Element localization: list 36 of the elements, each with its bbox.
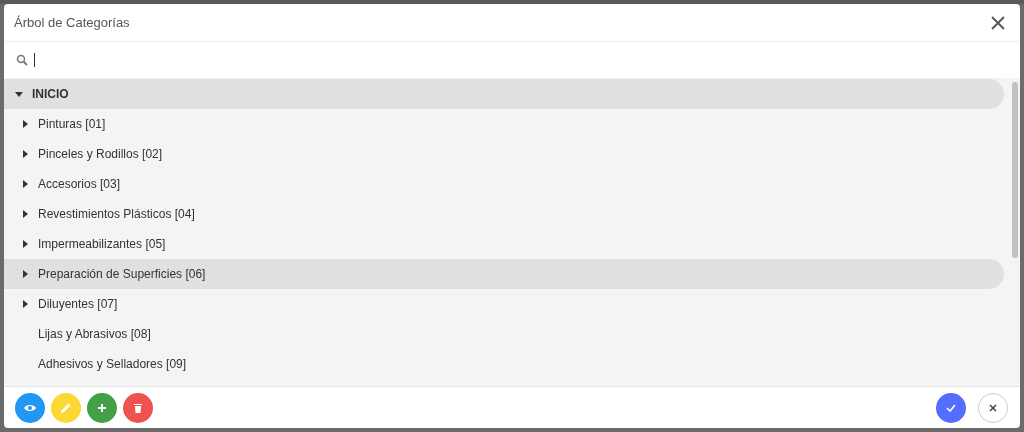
caret-right-icon[interactable] — [20, 209, 30, 219]
tree-item[interactable]: Accesorios [03] — [4, 169, 1004, 199]
tree-item-label: Lijas y Abrasivos [08] — [38, 326, 151, 343]
tree-item-label: Preparación de Superficies [06] — [38, 266, 206, 283]
tree-item-label: INICIO — [32, 86, 69, 103]
confirm-button[interactable] — [936, 392, 966, 423]
tree-item[interactable]: Adhesivos y Selladores [09] — [4, 349, 1004, 379]
caret-right-icon[interactable] — [20, 119, 30, 129]
cancel-button[interactable] — [978, 392, 1008, 423]
tree-item[interactable]: Diluyentes [07] — [4, 289, 1004, 319]
tree-item-label: Diluyentes [07] — [38, 296, 118, 313]
tree-item[interactable]: INICIO — [4, 79, 1004, 109]
tree-item[interactable]: Pinceles y Rodillos [02] — [4, 139, 1004, 169]
tree-item-label: Impermeabilizantes [05] — [38, 236, 166, 253]
add-button[interactable] — [87, 392, 117, 423]
tree-item-label: Revestimientos Plásticos [04] — [38, 206, 195, 223]
tree-item-label: Adhesivos y Selladores [09] — [38, 356, 187, 373]
search-icon — [16, 54, 28, 66]
caret-right-icon[interactable] — [20, 149, 30, 159]
tree-item[interactable]: Lijas y Abrasivos [08] — [4, 319, 1004, 349]
tree-item[interactable]: Impermeabilizantes [05] — [4, 229, 1004, 259]
tree-item[interactable]: Revestimientos Plásticos [04] — [4, 199, 1004, 229]
caret-right-icon[interactable] — [20, 269, 30, 279]
caret-right-icon[interactable] — [20, 179, 30, 189]
tree-item-label: Pinturas [01] — [38, 116, 106, 133]
tree-item-label: Accesorios [03] — [38, 176, 121, 193]
view-button[interactable] — [15, 392, 45, 423]
dialog-title: Árbol de Categorías — [14, 13, 130, 32]
caret-right-icon[interactable] — [20, 299, 30, 309]
tree-item[interactable]: Preparación de Superficies [06] — [4, 259, 1004, 289]
tree-item-label: Pinceles y Rodillos [02] — [38, 146, 163, 163]
caret-down-icon[interactable] — [14, 89, 24, 99]
caret-right-icon[interactable] — [20, 239, 30, 249]
tree-item[interactable]: Pinturas [01] — [4, 109, 1004, 139]
delete-button[interactable] — [123, 392, 153, 423]
scrollbar-thumb[interactable] — [1012, 82, 1018, 258]
